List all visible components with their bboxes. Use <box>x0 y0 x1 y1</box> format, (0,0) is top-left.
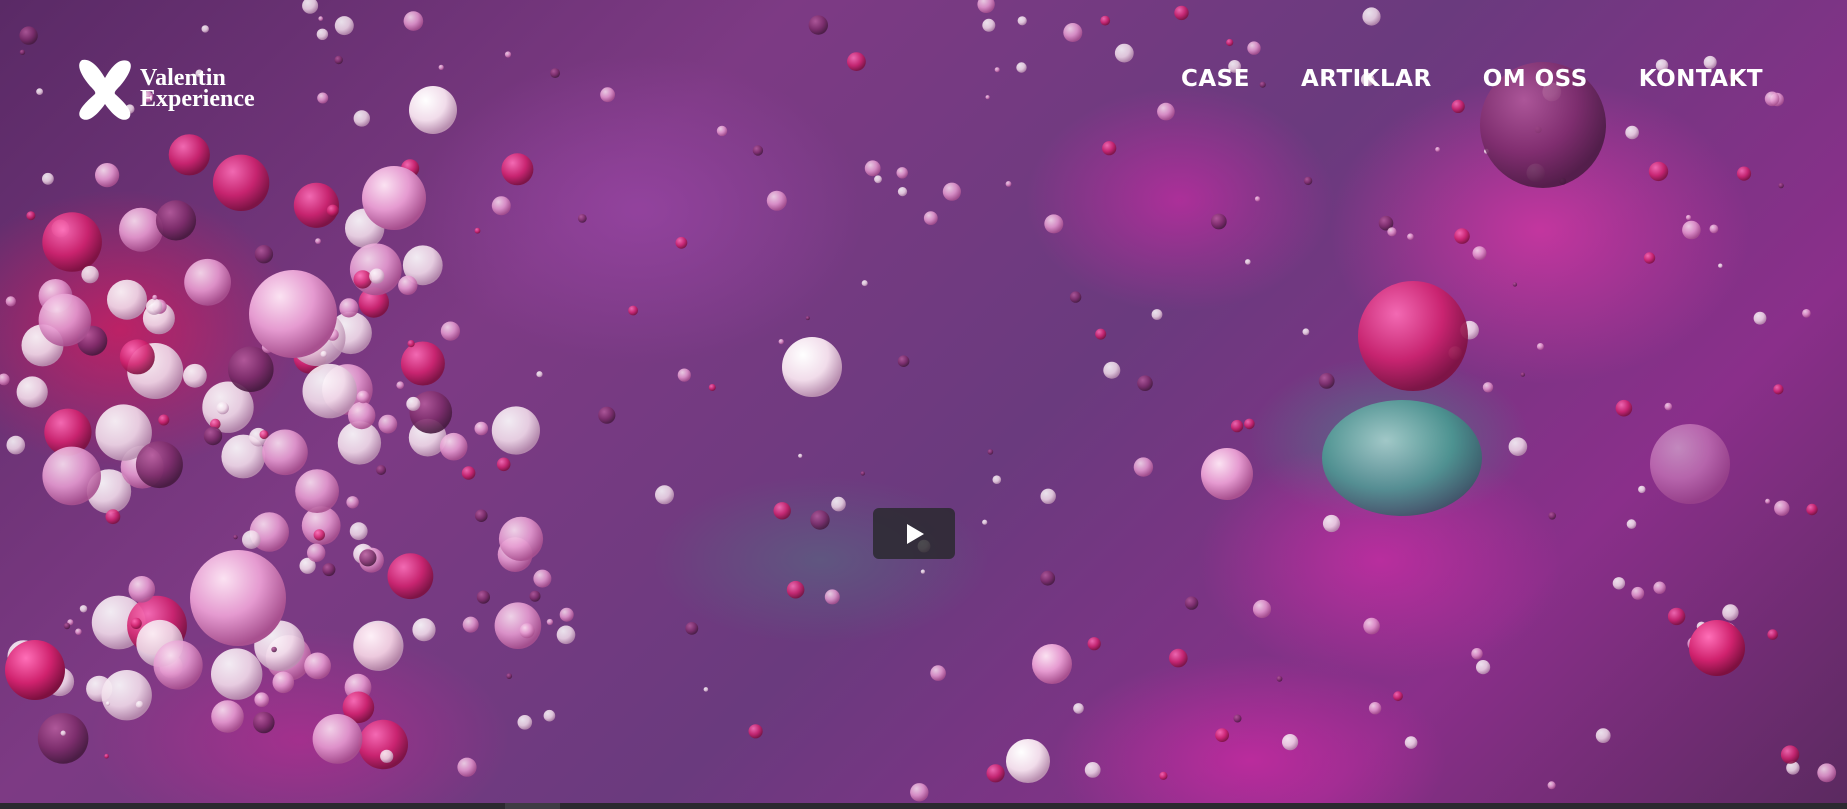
video-progress-bar[interactable] <box>0 803 1847 809</box>
video-buffered-segment <box>505 803 560 809</box>
video-play-button[interactable] <box>873 508 955 559</box>
x-logo-icon <box>79 59 131 120</box>
nav-item-kontakt[interactable]: KONTAKT <box>1639 64 1763 94</box>
nav-item-case[interactable]: CASE <box>1181 64 1250 94</box>
nav-item-artiklar[interactable]: ARTIKLAR <box>1301 64 1432 94</box>
site-header: Valentin Experience CASE ARTIKLAR OM OSS… <box>0 0 1847 160</box>
play-icon <box>907 523 924 544</box>
brand-logo-link[interactable]: Valentin Experience <box>74 56 255 122</box>
brand-name: Valentin Experience <box>140 66 255 112</box>
brand-name-line2: Experience <box>140 86 255 112</box>
nav-item-om-oss[interactable]: OM OSS <box>1483 64 1588 94</box>
main-nav: CASE ARTIKLAR OM OSS KONTAKT <box>1181 64 1763 94</box>
